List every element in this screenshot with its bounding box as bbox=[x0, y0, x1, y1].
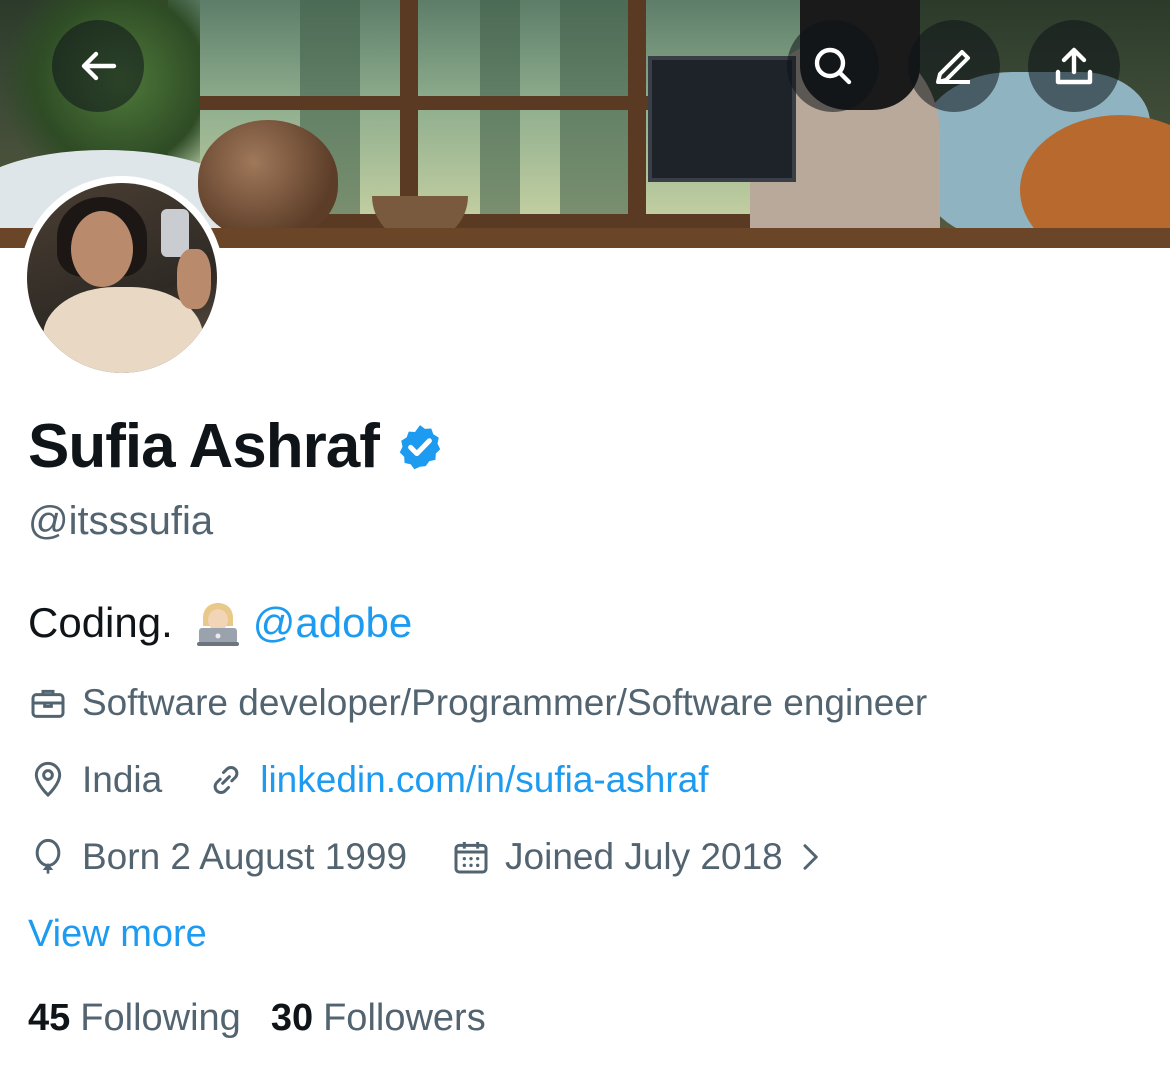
search-icon bbox=[814, 47, 852, 85]
back-button[interactable] bbox=[52, 20, 144, 112]
following-count: 45 bbox=[28, 997, 71, 1039]
follow-stats: 45 Following 30 Followers bbox=[28, 994, 486, 1042]
followers-label: Followers bbox=[323, 997, 486, 1039]
profession-row: Software developer/Programmer/Software e… bbox=[28, 680, 927, 726]
view-more-link[interactable]: View more bbox=[28, 910, 207, 958]
banner-laptop bbox=[648, 56, 796, 182]
briefcase-icon bbox=[31, 689, 65, 718]
location-text: India bbox=[82, 759, 163, 800]
pencil-icon bbox=[936, 50, 970, 84]
balloon-icon bbox=[35, 838, 61, 874]
share-button[interactable] bbox=[1028, 20, 1120, 112]
banner-tree bbox=[480, 0, 520, 232]
joined-text[interactable]: Joined July 2018 bbox=[505, 834, 783, 880]
search-button[interactable] bbox=[787, 20, 879, 112]
followers-stat[interactable]: 30 Followers bbox=[271, 994, 486, 1042]
chevron-right-icon[interactable] bbox=[795, 842, 825, 872]
banner-vase bbox=[198, 120, 338, 240]
avatar[interactable] bbox=[27, 183, 217, 373]
profile-handle: @itsssufia bbox=[28, 499, 214, 543]
profession-text: Software developer/Programmer/Software e… bbox=[82, 682, 928, 723]
avatar-face bbox=[71, 211, 133, 287]
woman-technologist-emoji bbox=[196, 603, 239, 646]
avatar-hand bbox=[177, 249, 211, 309]
following-label: Following bbox=[80, 997, 241, 1039]
verified-badge-icon[interactable] bbox=[395, 422, 445, 472]
location-website-row: India linkedin.com/in/sufia-ashraf bbox=[28, 757, 709, 803]
profile-name: Sufia Ashraf bbox=[28, 412, 380, 481]
banner-frame bbox=[628, 0, 646, 232]
link-icon bbox=[213, 766, 239, 794]
profile-name-row: Sufia Ashraf bbox=[28, 410, 445, 484]
bio-text: Coding. bbox=[28, 599, 173, 646]
arrow-left-icon bbox=[81, 51, 117, 81]
website-link[interactable]: linkedin.com/in/sufia-ashraf bbox=[260, 757, 708, 803]
birthday-text: Born 2 August 1999 bbox=[82, 836, 408, 877]
birthday-joined-row: Born 2 August 1999 Joined July 2018 bbox=[28, 834, 825, 880]
following-stat[interactable]: 45 Following bbox=[28, 994, 241, 1042]
profile-bio: Coding. @adobe bbox=[28, 596, 412, 650]
followers-count: 30 bbox=[270, 997, 314, 1039]
bio-mention-link[interactable]: @adobe bbox=[253, 596, 412, 650]
banner-tree bbox=[560, 0, 630, 232]
edit-button[interactable] bbox=[908, 20, 1000, 112]
calendar-icon bbox=[454, 842, 488, 874]
share-upload-icon bbox=[1055, 47, 1093, 85]
location-pin-icon bbox=[34, 761, 62, 798]
